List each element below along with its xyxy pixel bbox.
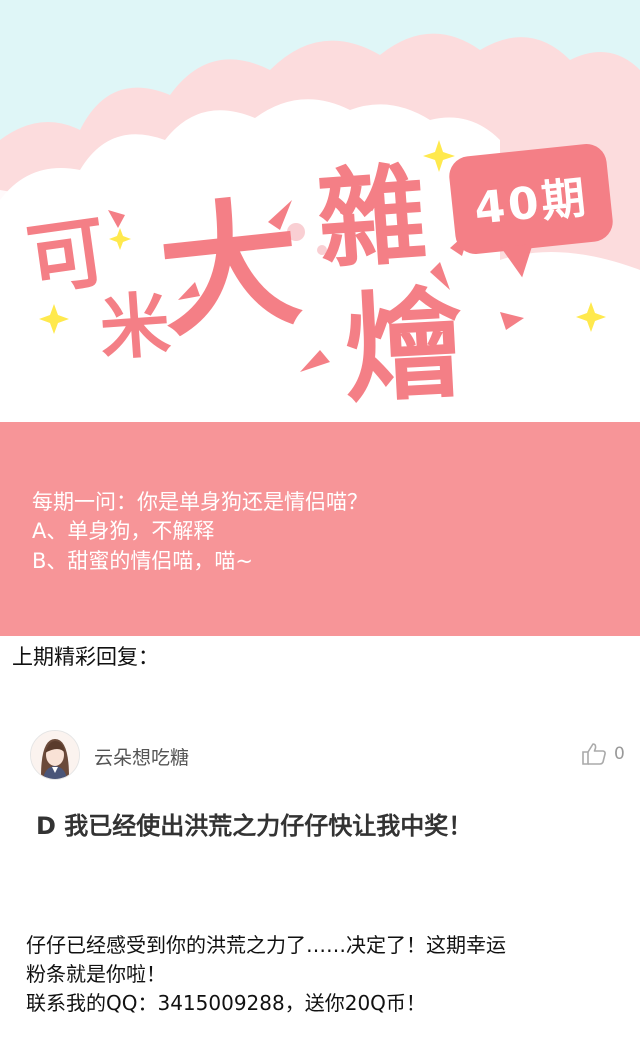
issue-badge: 40期	[447, 142, 615, 280]
avatar-girl-icon[interactable]	[30, 730, 80, 780]
reply-line: 仔仔已经感受到你的洪荒之力了……决定了！这期幸运	[26, 933, 506, 957]
title-char-mi: 米	[97, 283, 173, 371]
commenter-name[interactable]: 云朵想吃糖	[94, 743, 189, 770]
thumbs-up-icon[interactable]	[581, 742, 607, 766]
title-char-hui: 燴	[341, 275, 467, 419]
reply-line: 粉条就是你啦！	[26, 962, 166, 986]
previous-replies-label: 上期精彩回复：	[12, 645, 159, 669]
option-b: B、甜蜜的情侣喵，喵~	[32, 549, 254, 573]
title-char-da: 大	[151, 181, 309, 358]
weekly-question-panel: 每期一问：你是单身狗还是情侣喵？ A、单身狗，不解释 B、甜蜜的情侣喵，喵~	[0, 422, 640, 636]
question-text: 每期一问：你是单身狗还是情侣喵？	[32, 490, 368, 514]
reply-line: 联系我的QQ：3415009288，送你20Q币！	[26, 991, 426, 1015]
banner: 可 米 大 雜 燴 40期	[0, 0, 640, 422]
title-char-za: 雜	[313, 152, 431, 285]
comment-card: 云朵想吃糖 0 D 我已经使出洪荒之力仔仔快让我中奖！	[0, 700, 640, 870]
issue-number: 40期	[471, 172, 591, 235]
like-count: 0	[614, 744, 625, 764]
option-a: A、单身狗，不解释	[32, 519, 215, 543]
comment-text: D 我已经使出洪荒之力仔仔快让我中奖！	[36, 812, 473, 840]
editor-reply: 仔仔已经感受到你的洪荒之力了……决定了！这期幸运 粉条就是你啦！ 联系我的QQ：…	[26, 931, 626, 1018]
